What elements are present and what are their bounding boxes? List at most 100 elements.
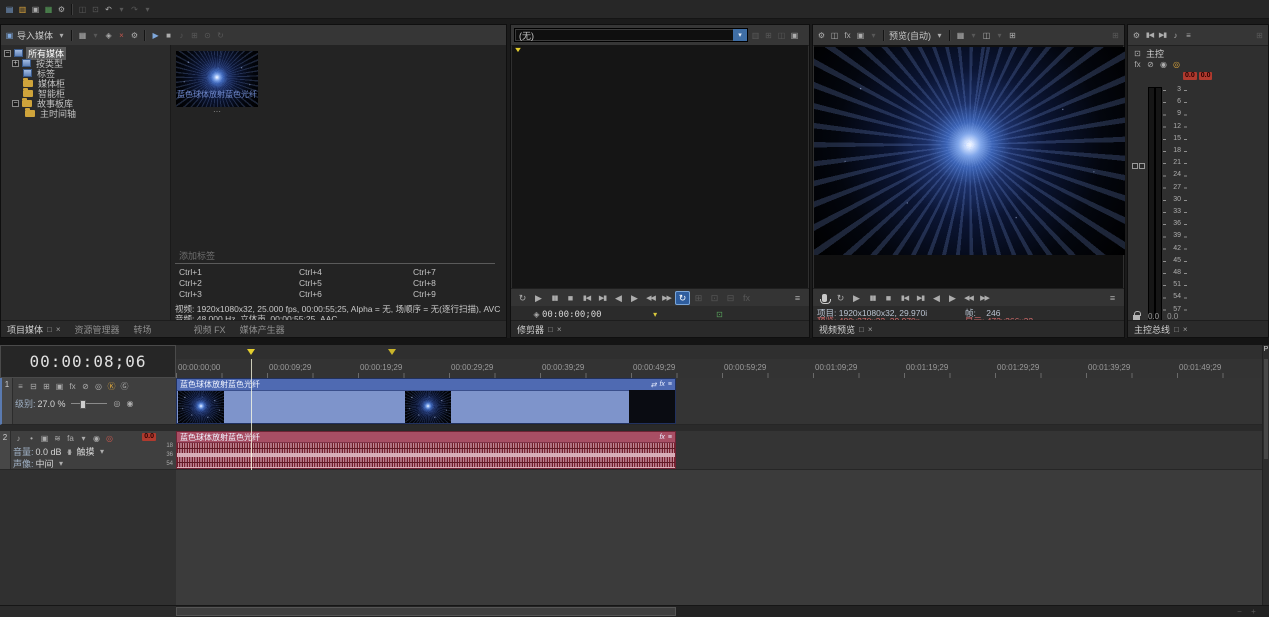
tree-item-storyboard-bins[interactable]: − 故事板库: [1, 98, 170, 108]
new-project-icon[interactable]: ▤: [4, 4, 15, 15]
media-thumbnail-tile[interactable]: 蓝色球体放射蓝色光纤 ⋯: [176, 51, 258, 117]
tab-explorer[interactable]: 资源管理器: [75, 323, 120, 336]
tree-item-main-timeline[interactable]: 主时间轴: [1, 108, 170, 118]
tab-media-generators[interactable]: 媒体产生器: [240, 323, 285, 336]
mute-button[interactable]: ◉: [91, 433, 102, 444]
time-ruler[interactable]: 00:00:00;00 00:00:09;29 00:00:19;29 00:0…: [176, 359, 1262, 379]
open-project-icon[interactable]: ▥: [17, 4, 28, 15]
record-arm-button[interactable]: ◎: [104, 433, 115, 444]
safe-area-icon[interactable]: ◫: [981, 30, 992, 41]
fader-assign-icon[interactable]: fa: [65, 433, 76, 444]
play-from-start-button[interactable]: ▶: [849, 291, 864, 305]
track-header-video-1[interactable]: 1 ≡ ⊟ ⊞ ▣ fx ⊘ ◎ Ⓚ Ⓖ 级别: 27.0 % ◎ ◉: [0, 378, 176, 425]
go-to-end-button[interactable]: ▶▮: [913, 291, 928, 305]
insert-bus-icon[interactable]: ▮◀: [1144, 30, 1155, 41]
render-icon[interactable]: ▦: [43, 4, 54, 15]
close-icon[interactable]: ×: [56, 325, 61, 334]
pan-value[interactable]: 中间: [36, 457, 54, 470]
level-slider[interactable]: [71, 402, 107, 405]
preview-options-icon[interactable]: ⊞: [1110, 30, 1121, 41]
zoom-in-button[interactable]: +: [1248, 606, 1259, 617]
trimmer-menu-icon[interactable]: ≡: [790, 291, 805, 305]
collapse-track-icon[interactable]: ⊟: [28, 381, 39, 392]
float-window-icon[interactable]: □: [47, 325, 52, 334]
event-menu-icon[interactable]: ≡: [668, 381, 672, 388]
video-output-fx-icon[interactable]: fx: [842, 30, 853, 41]
mixer-view-icon[interactable]: ≡: [1183, 30, 1194, 41]
trimmer-media-dropdown[interactable]: (无) ▾: [514, 28, 748, 42]
mixer-properties-icon[interactable]: ⚙: [1131, 30, 1142, 41]
overlays-icon[interactable]: ▦: [955, 30, 966, 41]
redo-chevron-icon[interactable]: ▾: [142, 4, 153, 15]
record-mic-icon[interactable]: [822, 294, 827, 302]
expand-track-icon[interactable]: ⊞: [41, 381, 52, 392]
master-mute-icon[interactable]: ⊘: [1145, 59, 1156, 70]
loop-playback-button[interactable]: ↻: [675, 291, 690, 305]
speaker-icon[interactable]: ♪: [13, 433, 24, 444]
select-region-icon[interactable]: ⊟: [723, 291, 738, 305]
search-icon[interactable]: ⊙: [202, 30, 213, 41]
float-window-icon[interactable]: □: [548, 325, 553, 334]
stop-button[interactable]: ■: [881, 291, 896, 305]
cut-icon[interactable]: ◫: [77, 4, 88, 15]
split-screen-icon[interactable]: ▣: [855, 30, 866, 41]
create-subclip-icon[interactable]: ⊡: [707, 291, 722, 305]
views-icon[interactable]: ⊞: [189, 30, 200, 41]
automation-mode-icon[interactable]: ◎: [112, 398, 123, 409]
downmix-icon[interactable]: ◎: [1171, 59, 1182, 70]
previous-frame-button[interactable]: ◀: [611, 291, 626, 305]
master-fx-icon[interactable]: fx: [1132, 59, 1143, 70]
snapshot-icon[interactable]: ⊞: [1007, 30, 1018, 41]
master-meter-right[interactable]: [1155, 87, 1162, 321]
play-button[interactable]: ▶: [531, 291, 546, 305]
trimmer-history-icon[interactable]: ▥: [750, 30, 761, 41]
timeline-vscrollbar[interactable]: P: [1262, 345, 1269, 605]
fast-forward-button[interactable]: ▶▶: [659, 291, 674, 305]
trimmer-add-icon[interactable]: ⊞: [763, 30, 774, 41]
timeline-vscroll-top-button[interactable]: P: [1263, 345, 1269, 355]
tab-transitions[interactable]: 转场: [134, 323, 152, 336]
view-mode-icon[interactable]: ▦: [77, 30, 88, 41]
dropdown-arrow-icon[interactable]: ▾: [733, 29, 747, 41]
trimmer-display[interactable]: [512, 45, 808, 288]
trimmer-settings-icon[interactable]: ▣: [789, 30, 800, 41]
pan-chevron-icon[interactable]: ▾: [56, 458, 67, 469]
tab-trimmer[interactable]: 修剪器 □ ×: [517, 323, 562, 336]
split-chevron-icon[interactable]: ▾: [868, 30, 879, 41]
trimmer-fx-icon[interactable]: fx: [739, 291, 754, 305]
vscroll-thumb[interactable]: [1264, 359, 1268, 459]
master-solo-icon[interactable]: ◉: [1158, 59, 1169, 70]
zoom-out-button[interactable]: −: [1234, 606, 1245, 617]
pause-button[interactable]: ▮▮: [865, 291, 880, 305]
track-menu-icon[interactable]: ≡: [15, 381, 26, 392]
add-to-timeline-icon[interactable]: ⊞: [691, 291, 706, 305]
tag-icon[interactable]: ◈: [103, 30, 114, 41]
copy-icon[interactable]: ⊡: [90, 4, 101, 15]
tree-item-media-bins[interactable]: 媒体柜: [1, 78, 170, 88]
track-motion-icon[interactable]: ▣: [54, 381, 65, 392]
next-frame-button[interactable]: ▶: [627, 291, 642, 305]
event-menu-icon[interactable]: ≡: [668, 434, 672, 441]
remove-media-icon[interactable]: ×: [116, 30, 127, 41]
waveform-icon[interactable]: ≋: [52, 433, 63, 444]
fast-forward-button[interactable]: ▶▶: [977, 291, 992, 305]
open-media-icon[interactable]: ↻: [515, 291, 530, 305]
playhead-marker[interactable]: [247, 349, 255, 355]
event-fx-icon[interactable]: fx: [659, 434, 664, 441]
pause-button[interactable]: ▮▮: [547, 291, 562, 305]
close-icon[interactable]: ×: [557, 325, 562, 334]
previous-frame-button[interactable]: ◀: [929, 291, 944, 305]
track-header-audio-2[interactable]: 2 ♪ • ▣ ≋ fa ▾ ◉ ◎ 0.0 音量: 0.0 dB ·▮· 触摸…: [0, 431, 176, 470]
safe-area-chevron-icon[interactable]: ▾: [994, 30, 1005, 41]
view-chevron-icon[interactable]: ▾: [90, 30, 101, 41]
properties-icon[interactable]: ⚙: [56, 4, 67, 15]
undo-icon[interactable]: ↶: [103, 4, 114, 15]
mixer-options-icon[interactable]: ⊞: [1254, 30, 1265, 41]
close-icon[interactable]: ×: [1183, 325, 1188, 334]
project-properties-icon[interactable]: ⚙: [816, 30, 827, 41]
float-window-icon[interactable]: □: [859, 325, 864, 334]
hscroll-thumb[interactable]: [176, 607, 676, 616]
trimmer-frame-icon[interactable]: ◫: [776, 30, 787, 41]
trimmer-timecode[interactable]: 00:00:00;00: [542, 310, 602, 320]
tab-video-fx[interactable]: 视频 FX: [194, 323, 226, 336]
